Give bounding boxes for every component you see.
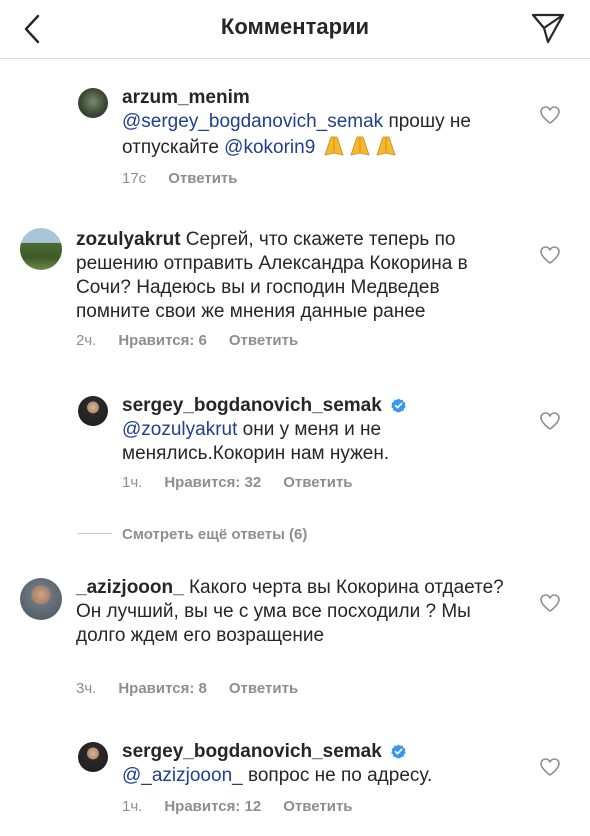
- comment-username[interactable]: _azizjooon_: [76, 577, 184, 598]
- comment-username[interactable]: zozulyakrut: [76, 229, 181, 250]
- page-title: Комментарии: [220, 14, 370, 39]
- verified-icon: [391, 398, 406, 413]
- comment-text: _azizjooon_ Какого черта вы Кокорина отд…: [76, 576, 516, 648]
- heart-icon[interactable]: [540, 106, 560, 124]
- avatar[interactable]: [20, 578, 62, 620]
- mention-link[interactable]: @kokorin9: [224, 137, 315, 158]
- reply-button[interactable]: Ответить: [168, 170, 237, 187]
- comment-meta: 3ч. Нравится: 8 Ответить: [76, 680, 320, 697]
- comment-time: 17с: [122, 170, 147, 187]
- comment-time: 1ч.: [122, 474, 143, 491]
- reply-button[interactable]: Ответить: [283, 798, 352, 815]
- avatar[interactable]: [78, 88, 108, 118]
- avatar[interactable]: [20, 228, 62, 270]
- comment-time: 2ч.: [76, 332, 97, 349]
- send-icon[interactable]: [530, 12, 566, 44]
- comment-meta: 1ч. Нравится: 12 Ответить: [122, 798, 375, 815]
- comment-message: вопрос не по адресу.: [242, 765, 433, 786]
- divider-line: [78, 533, 112, 534]
- comment-text: arzum_menim @sergey_bogdanovich_semak пр…: [122, 86, 512, 163]
- likes-count[interactable]: Нравится: 12: [164, 798, 261, 815]
- view-more-replies-button[interactable]: Смотреть ещё ответы (6): [78, 526, 307, 543]
- avatar[interactable]: [78, 742, 108, 772]
- reply-button[interactable]: Ответить: [229, 332, 298, 349]
- comment-text: sergey_bogdanovich_semak @zozulyakrut он…: [122, 394, 512, 466]
- header-bar: Комментарии: [0, 0, 590, 59]
- comment-time: 1ч.: [122, 798, 143, 815]
- comment-meta: 17с Ответить: [122, 170, 260, 187]
- reply-button[interactable]: Ответить: [229, 680, 298, 697]
- verified-icon: [391, 744, 406, 759]
- likes-count[interactable]: Нравится: 6: [118, 332, 207, 349]
- view-more-replies-label: Смотреть ещё ответы (6): [122, 526, 308, 543]
- avatar[interactable]: [78, 396, 108, 426]
- comment-username[interactable]: arzum_menim: [122, 87, 250, 108]
- mention-link[interactable]: @_azizjooon_: [122, 765, 243, 786]
- heart-icon[interactable]: [540, 412, 560, 430]
- comment-time: 3ч.: [76, 680, 97, 697]
- comment-username[interactable]: sergey_bogdanovich_semak: [122, 741, 382, 762]
- likes-count[interactable]: Нравится: 32: [164, 474, 261, 491]
- heart-icon[interactable]: [540, 758, 560, 776]
- praying-hands-emoji: [321, 134, 399, 163]
- likes-count[interactable]: Нравится: 8: [118, 680, 207, 697]
- comment-meta: 1ч. Нравится: 32 Ответить: [122, 474, 375, 491]
- reply-button[interactable]: Ответить: [283, 474, 352, 491]
- comment-text: zozulyakrut Сергей, что скажете теперь п…: [76, 228, 516, 324]
- mention-link[interactable]: @sergey_bogdanovich_semak: [122, 111, 383, 132]
- mention-link[interactable]: @zozulyakrut: [122, 419, 237, 440]
- comment-text: sergey_bogdanovich_semak @_azizjooon_ во…: [122, 740, 512, 788]
- heart-icon[interactable]: [540, 246, 560, 264]
- comment-meta: 2ч. Нравится: 6 Ответить: [76, 332, 320, 349]
- heart-icon[interactable]: [540, 594, 560, 612]
- comment-username[interactable]: sergey_bogdanovich_semak: [122, 395, 382, 416]
